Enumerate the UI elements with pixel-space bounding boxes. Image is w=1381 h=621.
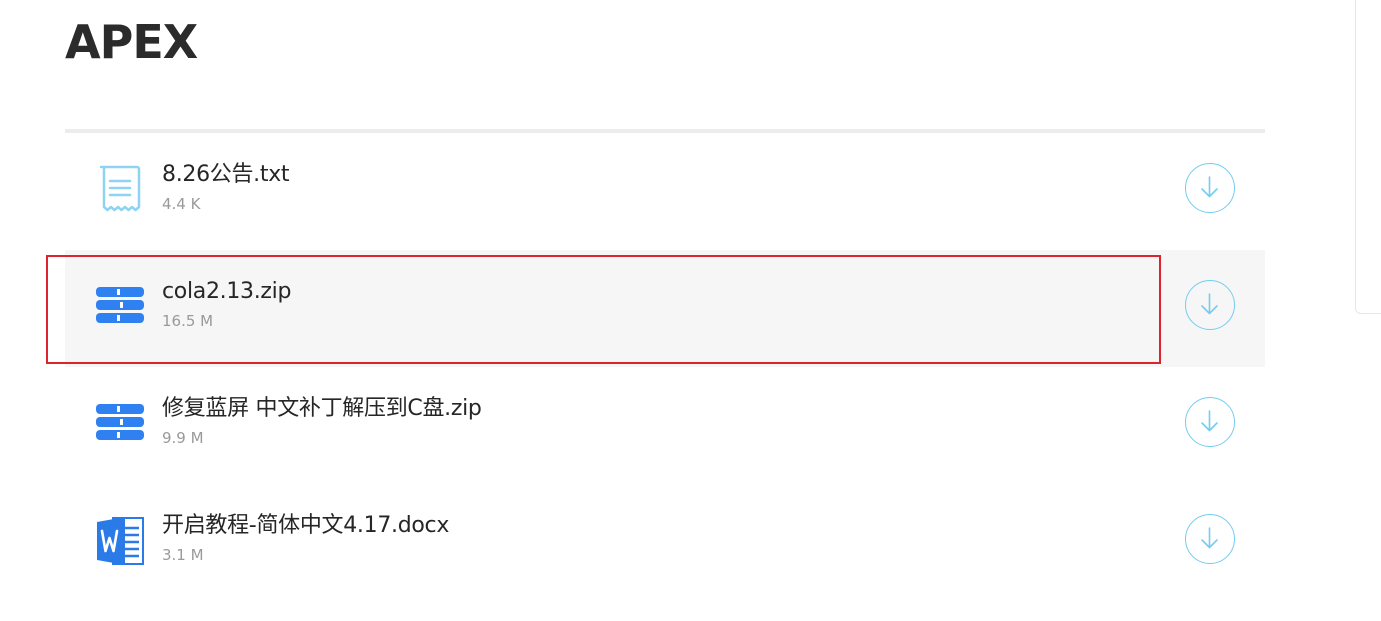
file-row[interactable]: 开启教程-简体中文4.17.docx 3.1 M: [65, 484, 1265, 601]
share-page: APEX 8.26公告.txt 4.4 K cola2.13.zip 16.5 …: [0, 0, 1381, 621]
archive-icon: [95, 397, 145, 451]
word-document-icon: [95, 514, 145, 568]
download-button[interactable]: [1185, 397, 1235, 447]
file-list: 8.26公告.txt 4.4 K cola2.13.zip 16.5 M 修复蓝…: [65, 133, 1265, 601]
file-size: 9.9 M: [162, 429, 204, 447]
file-size: 4.4 K: [162, 195, 201, 213]
download-button[interactable]: [1185, 514, 1235, 564]
download-arrow-icon: [1201, 176, 1218, 198]
file-size: 3.1 M: [162, 546, 204, 564]
download-arrow-icon: [1201, 410, 1218, 432]
download-button[interactable]: [1185, 163, 1235, 213]
download-arrow-icon: [1201, 293, 1218, 315]
text-document-icon: [95, 163, 145, 217]
file-row[interactable]: 8.26公告.txt 4.4 K: [65, 133, 1265, 250]
download-arrow-icon: [1201, 527, 1218, 549]
file-name[interactable]: 开启教程-简体中文4.17.docx: [162, 512, 449, 540]
file-name[interactable]: 修复蓝屏 中文补丁解压到C盘.zip: [162, 395, 482, 423]
download-button[interactable]: [1185, 280, 1235, 330]
file-row[interactable]: 修复蓝屏 中文补丁解压到C盘.zip 9.9 M: [65, 367, 1265, 484]
side-panel: [1355, 0, 1381, 314]
archive-icon: [95, 280, 145, 334]
file-name[interactable]: 8.26公告.txt: [162, 161, 290, 189]
file-name[interactable]: cola2.13.zip: [162, 278, 291, 306]
file-size: 16.5 M: [162, 312, 214, 330]
file-row[interactable]: cola2.13.zip 16.5 M: [65, 250, 1265, 367]
page-title: APEX: [65, 15, 198, 69]
